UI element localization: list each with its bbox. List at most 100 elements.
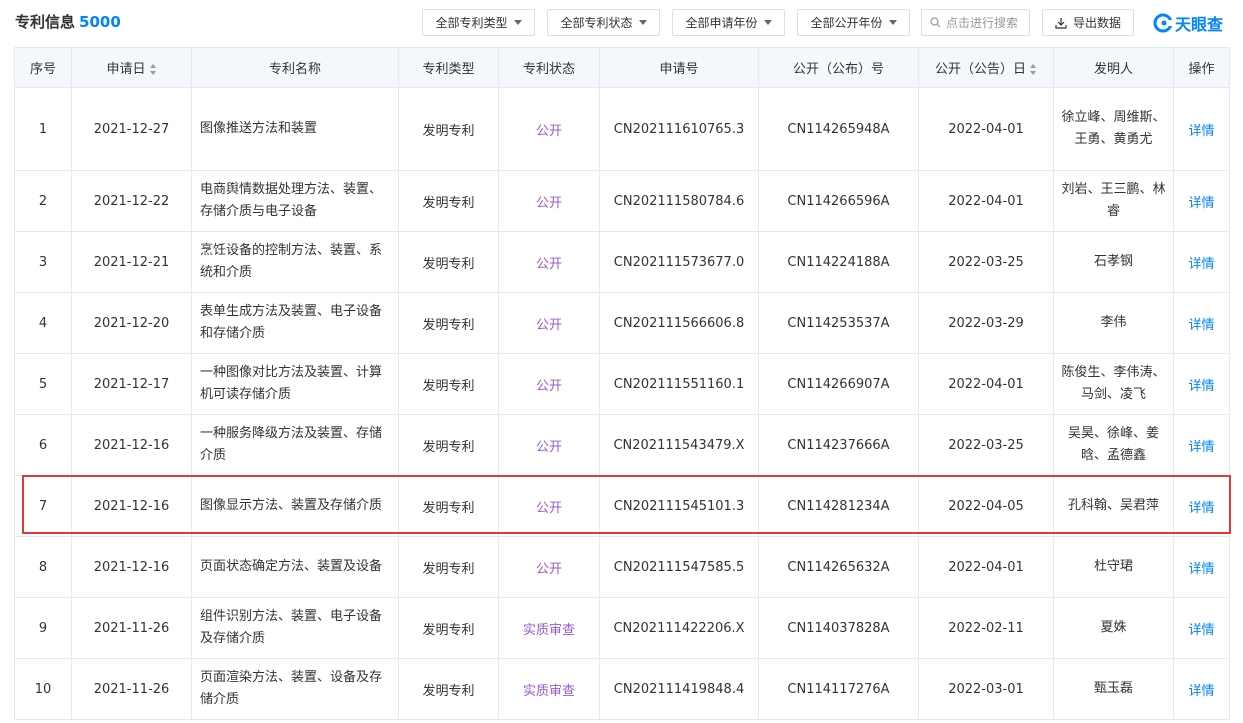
- col-header-patent-type: 专利类型: [398, 47, 499, 88]
- cell-patent-type: 发明专利: [398, 658, 499, 720]
- cell-application-date: 2021-11-26: [71, 658, 192, 720]
- patent-type-filter[interactable]: 全部专利类型: [422, 9, 535, 36]
- export-button[interactable]: 导出数据: [1042, 9, 1134, 36]
- detail-link[interactable]: 详情: [1173, 658, 1230, 720]
- cell-inventor: 陈俊生、李伟涛、马剑、凌飞: [1053, 353, 1174, 415]
- detail-link[interactable]: 详情: [1173, 170, 1230, 232]
- col-header-inventor: 发明人: [1053, 47, 1174, 88]
- cell-patent-status: 公开: [498, 536, 600, 598]
- cell-publication-number: CN114253537A: [758, 292, 919, 354]
- search-icon: [930, 17, 941, 28]
- table-row[interactable]: 1 2021-12-27 图像推送方法和装置 发明专利 公开 CN202111610765…: [14, 87, 1230, 171]
- cell-patent-type: 发明专利: [398, 536, 499, 598]
- download-icon: [1055, 17, 1067, 29]
- filter-label: 全部专利类型: [435, 16, 508, 30]
- sort-icon[interactable]: [149, 64, 157, 75]
- table-row[interactable]: 8 2021-12-16 页面状态确定方法、装置及设备 发明专利 公开 CN2021115…: [14, 536, 1230, 598]
- search-placeholder: 点击进行搜索: [946, 16, 1019, 30]
- table-row[interactable]: 6 2021-12-16 一种服务降级方法及装置、存储介质 发明专利 公开 CN20211…: [14, 414, 1230, 476]
- cell-application-date: 2021-12-16: [71, 414, 192, 476]
- cell-index: 3: [14, 231, 72, 293]
- cell-patent-name: 烹饪设备的控制方法、装置、系统和介质: [191, 231, 399, 293]
- cell-application-date: 2021-12-20: [71, 292, 192, 354]
- cell-patent-type: 发明专利: [398, 475, 499, 537]
- detail-link[interactable]: 详情: [1173, 475, 1230, 537]
- cell-patent-type: 发明专利: [398, 231, 499, 293]
- cell-patent-name: 电商舆情数据处理方法、装置、存储介质与电子设备: [191, 170, 399, 232]
- detail-link[interactable]: 详情: [1173, 87, 1230, 171]
- cell-application-date: 2021-12-27: [71, 87, 192, 171]
- col-header-index: 序号: [14, 47, 72, 88]
- cell-patent-type: 发明专利: [398, 597, 499, 659]
- cell-patent-type: 发明专利: [398, 414, 499, 476]
- table-row[interactable]: 9 2021-11-26 组件识别方法、装置、电子设备及存储介质 发明专利 实质审查 CN…: [14, 597, 1230, 659]
- cell-inventor: 刘岩、王三鹏、林睿: [1053, 170, 1174, 232]
- cell-publication-number: CN114265632A: [758, 536, 919, 598]
- caret-down-icon: [638, 20, 647, 25]
- cell-patent-type: 发明专利: [398, 292, 499, 354]
- cell-publication-number: CN114281234A: [758, 475, 919, 537]
- table-row[interactable]: 3 2021-12-21 烹饪设备的控制方法、装置、系统和介质 发明专利 公开 CN202…: [14, 231, 1230, 293]
- caret-down-icon: [888, 20, 897, 25]
- col-header-patent-name: 专利名称: [191, 47, 399, 88]
- cell-patent-name: 一种图像对比方法及装置、计算机可读存储介质: [191, 353, 399, 415]
- cell-publication-number: CN114266596A: [758, 170, 919, 232]
- application-year-filter[interactable]: 全部申请年份: [672, 9, 785, 36]
- header-bar: 专利信息 5000 全部专利类型 全部专利状态 全部申请年份 全部公开年份 点击进…: [0, 0, 1243, 46]
- cell-inventor: 李伟: [1053, 292, 1174, 354]
- cell-patent-status: 公开: [498, 170, 600, 232]
- cell-application-date: 2021-11-26: [71, 597, 192, 659]
- table-row[interactable]: 2 2021-12-22 电商舆情数据处理方法、装置、存储介质与电子设备 发明专利 公开…: [14, 170, 1230, 232]
- cell-patent-status: 公开: [498, 231, 600, 293]
- publication-year-filter[interactable]: 全部公开年份: [797, 9, 910, 36]
- cell-publication-date: 2022-04-01: [918, 353, 1054, 415]
- detail-link[interactable]: 详情: [1173, 231, 1230, 293]
- cell-patent-name: 表单生成方法及装置、电子设备和存储介质: [191, 292, 399, 354]
- table-row[interactable]: 10 2021-11-26 页面渲染方法、装置、设备及存储介质 发明专利 实质审查 CN2…: [14, 658, 1230, 720]
- cell-application-date: 2021-12-17: [71, 353, 192, 415]
- cell-inventor: 吴昊、徐峰、姜晗、孟德鑫: [1053, 414, 1174, 476]
- cell-patent-name: 一种服务降级方法及装置、存储介质: [191, 414, 399, 476]
- cell-patent-name: 页面渲染方法、装置、设备及存储介质: [191, 658, 399, 720]
- col-header-action: 操作: [1173, 47, 1230, 88]
- cell-patent-type: 发明专利: [398, 87, 499, 171]
- cell-application-number: CN202111419848.4: [599, 658, 759, 720]
- tianyancha-logo[interactable]: 天眼查: [1153, 11, 1223, 35]
- cell-patent-name: 图像显示方法、装置及存储介质: [191, 475, 399, 537]
- cell-index: 7: [14, 475, 72, 537]
- cell-index: 10: [14, 658, 72, 720]
- detail-link[interactable]: 详情: [1173, 597, 1230, 659]
- table-row[interactable]: 7 2021-12-16 图像显示方法、装置及存储介质 发明专利 公开 CN2021115…: [14, 475, 1230, 537]
- detail-link[interactable]: 详情: [1173, 536, 1230, 598]
- detail-link[interactable]: 详情: [1173, 414, 1230, 476]
- cell-index: 1: [14, 87, 72, 171]
- search-input[interactable]: 点击进行搜索: [921, 9, 1030, 36]
- cell-application-number: CN202111566606.8: [599, 292, 759, 354]
- cell-application-date: 2021-12-16: [71, 536, 192, 598]
- cell-publication-number: CN114265948A: [758, 87, 919, 171]
- cell-publication-number: CN114224188A: [758, 231, 919, 293]
- patent-table: 序号 申请日 专利名称 专利类型 专利状态 申请号 公开（公布）号 公开（公告）…: [14, 47, 1230, 720]
- detail-link[interactable]: 详情: [1173, 292, 1230, 354]
- filter-label: 全部申请年份: [685, 16, 758, 30]
- cell-patent-status: 实质审查: [498, 597, 600, 659]
- cell-patent-status: 公开: [498, 414, 600, 476]
- caret-down-icon: [513, 20, 522, 25]
- logo-icon: [1153, 13, 1173, 33]
- patent-status-filter[interactable]: 全部专利状态: [547, 9, 660, 36]
- cell-publication-number: CN114266907A: [758, 353, 919, 415]
- table-row[interactable]: 4 2021-12-20 表单生成方法及装置、电子设备和存储介质 发明专利 公开 CN20…: [14, 292, 1230, 354]
- filter-label: 全部专利状态: [560, 16, 633, 30]
- sort-icon[interactable]: [1030, 64, 1037, 75]
- cell-inventor: 甄玉磊: [1053, 658, 1174, 720]
- export-label: 导出数据: [1072, 16, 1121, 30]
- detail-link[interactable]: 详情: [1173, 353, 1230, 415]
- col-header-application-date[interactable]: 申请日: [71, 47, 192, 88]
- col-header-publication-date[interactable]: 公开（公告）日: [918, 47, 1054, 88]
- cell-application-number: CN202111547585.5: [599, 536, 759, 598]
- cell-publication-date: 2022-04-05: [918, 475, 1054, 537]
- table-row[interactable]: 5 2021-12-17 一种图像对比方法及装置、计算机可读存储介质 发明专利 公开 CN…: [14, 353, 1230, 415]
- cell-application-number: CN202111543479.X: [599, 414, 759, 476]
- cell-patent-status: 公开: [498, 87, 600, 171]
- cell-patent-name: 页面状态确定方法、装置及设备: [191, 536, 399, 598]
